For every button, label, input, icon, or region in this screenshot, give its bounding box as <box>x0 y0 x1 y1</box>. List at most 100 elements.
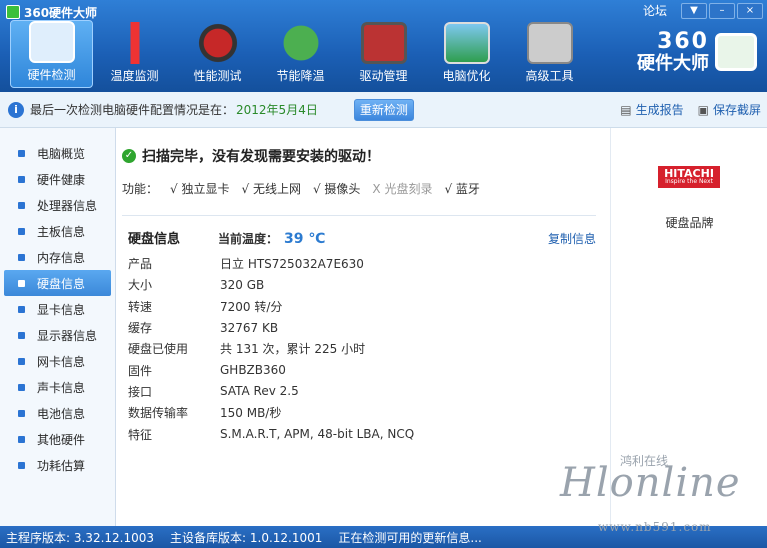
monitor-magnifier-icon <box>28 21 75 63</box>
bullet-icon <box>18 279 25 287</box>
row-key: 硬盘已使用 <box>128 342 189 357</box>
bullet-icon <box>18 305 25 313</box>
scan-result: ✓ 扫描完毕，没有发现需要安装的驱动！ <box>122 146 610 166</box>
tool-drivers[interactable]: 驱动管理 <box>342 20 425 88</box>
feature-item: X 光盘刻录 <box>372 182 433 196</box>
sidebar-item[interactable]: 硬件健康 <box>0 166 115 192</box>
window-title: 360硬件大师 <box>6 4 97 20</box>
row-value: 共 131 次，累计 225 小时 <box>220 342 366 357</box>
bullet-icon <box>18 253 25 261</box>
tool-advanced[interactable]: 高级工具 <box>508 20 591 88</box>
watermark-url: www.nb591.com <box>598 520 712 534</box>
temp-label: 当前温度： <box>218 232 279 246</box>
sidebar-item[interactable]: 显卡信息 <box>0 296 115 322</box>
report-link[interactable]: ▤ 生成报告 <box>620 101 683 118</box>
sidebar-item[interactable]: 显示器信息 <box>0 322 115 348</box>
brand-number: 360 <box>657 29 709 54</box>
close-button[interactable]: × <box>737 2 763 19</box>
last-check-date: 2012年5月4日 <box>236 103 318 117</box>
feature-item: √ 独立显卡 <box>170 182 230 196</box>
forum-link[interactable]: 论坛 <box>643 2 667 19</box>
disk-info-table: 产品 日立 HTS725032A7E630 大小 320 GB 转速 7200 转/分 缓存… <box>122 253 610 445</box>
recheck-button[interactable]: 重新检测 <box>353 98 414 121</box>
table-row: 转速 7200 转/分 <box>122 296 610 317</box>
row-value: 150 MB/秒 <box>220 406 282 421</box>
sidebar-item-label: 显示器信息 <box>37 328 98 343</box>
sidebar-item-label: 其他硬件 <box>37 432 86 447</box>
main-toolbar: 硬件检测 温度监测 性能测试 节能降温 驱动管理 电脑优化 高级工具 <box>10 20 591 88</box>
bullet-icon <box>18 149 25 157</box>
db-version: 主设备库版本: 1.0.12.1001 <box>170 530 323 545</box>
feature-list: 功能： √ 独立显卡 √ 无线上网 √ 摄像头 X 光盘刻录 √ 蓝牙 <box>122 180 610 197</box>
table-row: 固件 GHBZB360 <box>122 359 610 380</box>
table-row: 产品 日立 HTS725032A7E630 <box>122 253 610 274</box>
sidebar-item[interactable]: 网卡信息 <box>0 348 115 374</box>
sidebar-item-label: 显卡信息 <box>37 302 86 317</box>
copy-info-link[interactable]: 复制信息 <box>548 230 596 247</box>
sidebar-item[interactable]: 内存信息 <box>0 244 115 270</box>
app-logo-icon <box>6 5 20 19</box>
bullet-icon <box>18 357 25 365</box>
sidebar-item[interactable]: 硬盘信息 <box>4 270 111 296</box>
toolbar-area: 360硬件大师 论坛 ▼ – × 硬件检测 温度监测 性能测试 节能降温 驱动管… <box>0 0 767 92</box>
sidebar-item-label: 主板信息 <box>37 224 86 239</box>
sidebar-item[interactable]: 功耗估算 <box>0 452 115 478</box>
toolbox-icon <box>526 22 573 64</box>
detail-panel: ✓ 扫描完毕，没有发现需要安装的驱动！ 功能： √ 独立显卡 √ 无线上网 √ 摄像… <box>116 128 610 526</box>
feature-item: √ 蓝牙 <box>444 182 480 196</box>
tool-label: 电脑优化 <box>442 69 491 83</box>
hitachi-logo: HITACHI Inspire the Next <box>658 166 720 188</box>
row-value: 320 GB <box>220 277 265 292</box>
tool-label: 驱动管理 <box>359 69 408 83</box>
row-value: GHBZB360 <box>220 363 286 378</box>
tool-optimize[interactable]: 电脑优化 <box>425 20 508 88</box>
last-check-message: 最后一次检测电脑硬件配置情况是在： <box>30 103 235 117</box>
bullet-icon <box>18 331 25 339</box>
info-icon: i <box>8 101 24 118</box>
minimize-button[interactable]: – <box>709 2 735 19</box>
camera-icon: ▣ <box>697 103 709 117</box>
tool-label: 高级工具 <box>525 69 574 83</box>
bullet-icon <box>18 383 25 391</box>
sidebar-item[interactable]: 主板信息 <box>0 218 115 244</box>
row-value: S.M.A.R.T, APM, 48-bit LBA, NCQ <box>220 427 415 442</box>
sidebar-item[interactable]: 其他硬件 <box>0 426 115 452</box>
row-key: 缓存 <box>128 321 153 336</box>
tool-hardware-check[interactable]: 硬件检测 <box>10 20 93 88</box>
row-key: 固件 <box>128 363 153 378</box>
bullet-icon <box>18 409 25 417</box>
features-label: 功能： <box>122 182 159 196</box>
screenshot-link[interactable]: ▣ 保存截屏 <box>698 101 761 118</box>
sidebar-item[interactable]: 电脑概览 <box>0 140 115 166</box>
tool-temperature[interactable]: 温度监测 <box>93 20 176 88</box>
sidebar-item-label: 电池信息 <box>37 406 86 421</box>
bullet-icon <box>18 435 25 443</box>
row-value: 32767 KB <box>220 320 279 335</box>
disk-title: 硬盘信息 <box>128 232 181 247</box>
table-row: 数据传输率 150 MB/秒 <box>122 402 610 423</box>
table-row: 接口 SATA Rev 2.5 <box>122 381 610 402</box>
tool-label: 硬件检测 <box>27 68 76 82</box>
tool-performance[interactable]: 性能测试 <box>176 20 259 88</box>
temp-value: 39 ℃ <box>284 231 326 247</box>
tool-energy[interactable]: 节能降温 <box>259 20 342 88</box>
info-bar: i 最后一次检测电脑硬件配置情况是在： 2012年5月4日 重新检测 ▤ 生成报告… <box>0 92 767 128</box>
row-key: 接口 <box>128 384 153 399</box>
logo-line2: Inspire the Next <box>665 178 713 185</box>
bullet-icon <box>18 227 25 235</box>
row-key: 数据传输率 <box>128 406 189 421</box>
row-key: 特征 <box>128 427 153 442</box>
row-value: 日立 HTS725032A7E630 <box>220 257 364 272</box>
sidebar-item[interactable]: 处理器信息 <box>0 192 115 218</box>
bullet-icon <box>18 175 25 183</box>
table-row: 硬盘已使用 共 131 次，累计 225 小时 <box>122 338 610 359</box>
sidebar-item[interactable]: 电池信息 <box>0 400 115 426</box>
sidebar-item[interactable]: 声卡信息 <box>0 374 115 400</box>
sidebar-item-label: 声卡信息 <box>37 380 86 395</box>
table-row: 特征 S.M.A.R.T, APM, 48-bit LBA, NCQ <box>122 423 610 444</box>
sidebar-item-label: 硬件健康 <box>37 172 86 187</box>
row-key: 转速 <box>128 299 153 314</box>
window-controls: 论坛 ▼ – × <box>643 2 763 19</box>
menu-button[interactable]: ▼ <box>681 2 707 19</box>
row-value: 7200 转/分 <box>220 299 283 314</box>
